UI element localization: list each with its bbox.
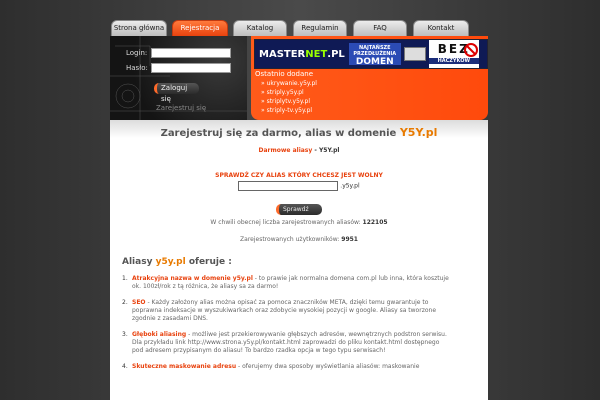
alias-input[interactable] — [238, 181, 339, 191]
tab-strona-glowna[interactable]: Strona główna — [111, 20, 167, 36]
feature-item: 1. Atrakcyjna nazwa w domenie y5y.pl - to… — [122, 275, 449, 290]
banner-promo: NAJTAŃSZE PRZEDŁUŻENIA DOMEN — [348, 43, 401, 67]
register-link[interactable]: Zarejestruj się — [156, 104, 206, 112]
feature-item: 3. Głęboki aliasing - możliwe jest przeki… — [122, 331, 447, 354]
feature-item: 2. SEO - Każdy założony alias można opisa… — [122, 299, 437, 322]
login-button[interactable]: Zaloguj się — [154, 83, 199, 103]
features-list: 1. Atrakcyjna nazwa w domenie y5y.pl - to… — [122, 275, 452, 371]
login-input[interactable] — [151, 48, 231, 58]
domain-suffix: .y5y.pl — [340, 182, 360, 190]
news-title: Ostatnio dodane — [255, 70, 314, 78]
news-item[interactable]: ukrywanie.y5y.pl — [261, 79, 317, 88]
login-label: Login: — [126, 49, 148, 57]
prohibited-icon — [463, 43, 478, 57]
page-heading: Zarejestruj się za darmo, alias w domeni… — [160, 126, 438, 139]
tab-kontakt[interactable]: Kontakt — [413, 20, 469, 36]
password-input[interactable] — [151, 63, 231, 73]
banner-bez-block: BEZ HACZYKÓW — [428, 40, 479, 68]
check-alias-row: .y5y.pl — [110, 181, 488, 191]
banner-image — [403, 47, 426, 61]
masternet-banner[interactable]: MASTERNET.PL NAJTAŃSZE PRZEDŁUŻENIA DOME… — [254, 39, 488, 69]
tab-rejestracja[interactable]: Rejestracja — [172, 20, 228, 36]
news-panel: MASTERNET.PL NAJTAŃSZE PRZEDŁUŻENIA DOME… — [251, 36, 488, 120]
banner-logo: MASTERNET.PL — [259, 48, 345, 60]
alias-count: W chwili obecnej liczba zarejestrowanych… — [210, 219, 388, 226]
tab-katalog[interactable]: Katalog — [233, 20, 287, 36]
password-label: Hasło: — [126, 64, 148, 72]
subheading: Darmowe aliasy - Y5Y.pl — [258, 147, 340, 154]
news-list: ukrywanie.y5y.pl striply.y5y.pl striplyt… — [261, 79, 317, 115]
check-button[interactable]: Sprawdź — [276, 204, 322, 215]
page-container: Strona główna Rejestracja Katalog Regula… — [110, 0, 488, 400]
news-item[interactable]: striplytv.y5y.pl — [261, 97, 317, 106]
check-alias-title: SPRAWDŹ CZY ALIAS KTÓRY CHCESZ JEST WOLN… — [215, 172, 383, 179]
header: Login: Hasło: Zaloguj się Zarejestruj si… — [110, 36, 488, 120]
news-item[interactable]: striply.y5y.pl — [261, 88, 317, 97]
feature-item: 4. Skuteczne maskowanie adresu - oferujem… — [122, 363, 420, 370]
free-aliases-link[interactable]: Darmowe aliasy — [259, 147, 313, 154]
tab-faq[interactable]: FAQ — [353, 20, 407, 36]
tab-regulamin[interactable]: Regulamin — [293, 20, 347, 36]
offer-heading: Aliasy y5y.pl oferuje : — [122, 257, 232, 267]
login-panel: Login: Hasło: Zaloguj się Zarejestruj si… — [110, 36, 247, 120]
user-count: Zarejestrowanych użytkowników: 9951 — [240, 236, 358, 243]
news-item[interactable]: striply-tv.y5y.pl — [261, 106, 317, 115]
main-content: Zarejestruj się za darmo, alias w domeni… — [110, 120, 488, 400]
main-nav: Strona główna Rejestracja Katalog Regula… — [110, 20, 488, 36]
